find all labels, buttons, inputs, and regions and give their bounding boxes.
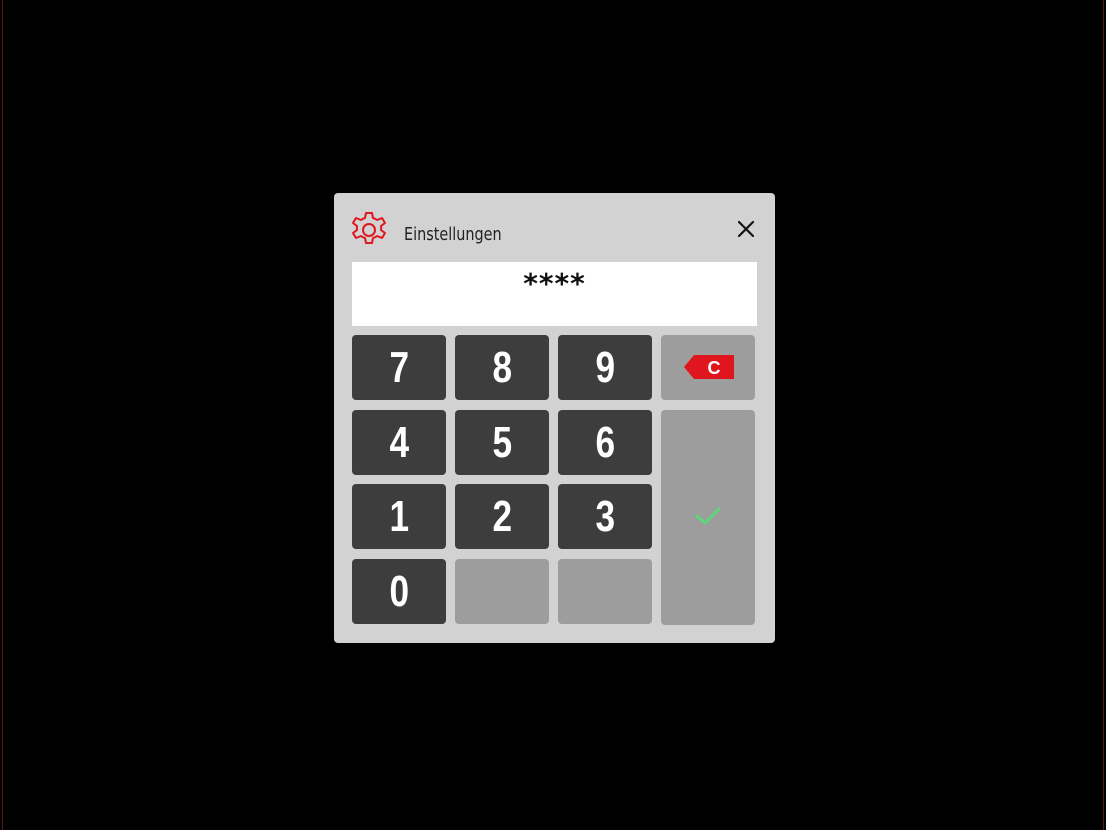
blank-key — [558, 559, 652, 624]
key-1-label: 1 — [389, 492, 409, 541]
key-3-label: 3 — [595, 492, 615, 541]
confirm-button[interactable] — [661, 410, 755, 625]
pin-display: **** — [352, 262, 757, 326]
key-7-label: 7 — [389, 343, 409, 392]
dialog-header: Einstellungen — [334, 193, 775, 261]
settings-pin-dialog: Einstellungen **** 7 8 9 C 4 5 6 1 2 3 0 — [334, 193, 775, 643]
backspace-clear-icon: C — [684, 355, 734, 379]
close-icon[interactable] — [734, 217, 758, 241]
checkmark-icon — [695, 507, 721, 525]
clear-button[interactable]: C — [661, 335, 755, 400]
key-7[interactable]: 7 — [352, 335, 446, 400]
key-0[interactable]: 0 — [352, 559, 446, 624]
key-0-label: 0 — [389, 567, 409, 616]
gear-icon — [352, 212, 386, 244]
key-2[interactable]: 2 — [455, 484, 549, 549]
screen-background: Einstellungen **** 7 8 9 C 4 5 6 1 2 3 0 — [0, 0, 1106, 830]
key-8[interactable]: 8 — [455, 335, 549, 400]
key-5[interactable]: 5 — [455, 410, 549, 475]
key-1[interactable]: 1 — [352, 484, 446, 549]
dialog-title: Einstellungen — [404, 224, 502, 245]
key-2-label: 2 — [492, 492, 512, 541]
key-4[interactable]: 4 — [352, 410, 446, 475]
key-8-label: 8 — [492, 343, 512, 392]
key-5-label: 5 — [492, 418, 512, 467]
right-border — [1103, 0, 1104, 830]
key-6[interactable]: 6 — [558, 410, 652, 475]
blank-key — [455, 559, 549, 624]
key-4-label: 4 — [389, 418, 409, 467]
key-6-label: 6 — [595, 418, 615, 467]
key-9-label: 9 — [595, 343, 615, 392]
key-3[interactable]: 3 — [558, 484, 652, 549]
left-border — [2, 0, 3, 830]
key-9[interactable]: 9 — [558, 335, 652, 400]
clear-label: C — [708, 358, 721, 378]
